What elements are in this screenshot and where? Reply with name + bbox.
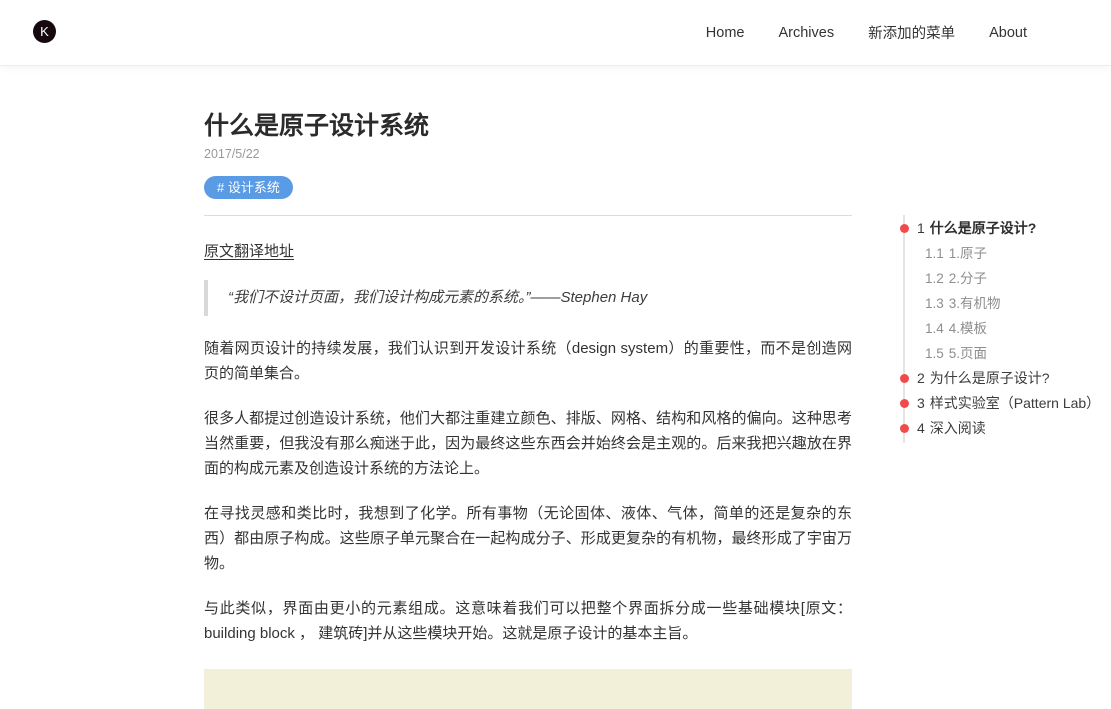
toc-bullet-icon [899, 399, 909, 408]
nav-item-home[interactable]: Home [706, 25, 745, 41]
paragraph-2: 很多人都提过创造设计系统，他们大都注重建立颜色、排版、网格、结构和风格的偏向。这… [204, 410, 852, 477]
main-nav: Home Archives 新添加的菜单 About [706, 0, 1027, 65]
paragraph-3: 在寻找灵感和类比时，我想到了化学。所有事物（无论固体、液体、气体，简单的还是复杂… [204, 505, 852, 572]
paragraph-4: 与此类似，界面由更小的元素组成。这意味着我们可以把整个界面拆分成一些基础模块[原… [204, 600, 852, 642]
toc-item-1[interactable]: 1 什么是原子设计? [899, 216, 1108, 241]
toc-item-3[interactable]: 3 样式实验室（Pattern Lab） [899, 391, 1108, 416]
quote-text: “我们不设计页面，我们设计构成元素的系统。”——Stephen Hay [228, 289, 648, 306]
nav-item-custom-menu[interactable]: 新添加的菜单 [868, 22, 955, 43]
site-logo[interactable]: K [33, 20, 56, 43]
toc-bullet-icon [899, 424, 909, 433]
toc-item-1-1[interactable]: 1.1 1.原子 [903, 241, 1108, 266]
tag-design-system[interactable]: # 设计系统 [204, 176, 293, 199]
toc-list: 1 什么是原子设计? 1.1 1.原子 1.2 2.分子 1.3 3.有机物 1.4 4.… [899, 213, 1108, 441]
logo-letter: K [40, 24, 49, 39]
page-title: 什么是原子设计系统 [204, 112, 430, 140]
article: 什么是原子设计系统 2017/5/22 # 设计系统 原文翻译地址 “我们不设计… [204, 65, 852, 709]
quote-block: “我们不设计页面，我们设计构成元素的系统。”——Stephen Hay [204, 280, 852, 316]
toc-item-1-4[interactable]: 1.4 4.模板 [903, 316, 1108, 341]
toc-bullet-icon [899, 374, 909, 383]
nav-item-archives[interactable]: Archives [778, 25, 834, 41]
page: K Home Archives 新添加的菜单 About 什么是原子设计系统 2… [0, 0, 1111, 709]
source-link[interactable]: 原文翻译地址 [204, 243, 294, 260]
article-image [204, 669, 852, 709]
source-link-line: 原文翻译地址 [204, 240, 852, 261]
nav-item-about[interactable]: About [989, 25, 1027, 41]
article-date: 2017/5/22 [204, 147, 260, 161]
toc-item-2[interactable]: 2 为什么是原子设计? [899, 366, 1108, 391]
divider [204, 215, 852, 216]
toc-item-4[interactable]: 4 深入阅读 [899, 416, 1108, 441]
toc-item-1-2[interactable]: 1.2 2.分子 [903, 266, 1108, 291]
paragraph-1: 随着网页设计的持续发展，我们认识到开发设计系统（design system）的重… [204, 340, 852, 382]
toc-item-1-3[interactable]: 1.3 3.有机物 [903, 291, 1108, 316]
table-of-contents: 1 什么是原子设计? 1.1 1.原子 1.2 2.分子 1.3 3.有机物 1.4 4.… [899, 213, 1108, 443]
toc-item-1-5[interactable]: 1.5 5.页面 [903, 341, 1108, 366]
toc-bullet-icon [899, 224, 909, 233]
header: K Home Archives 新添加的菜单 About [0, 0, 1111, 65]
